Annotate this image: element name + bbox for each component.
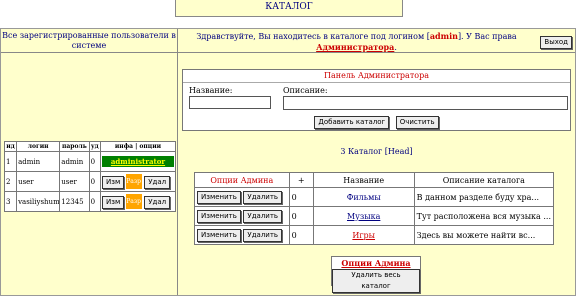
col-id: ид bbox=[3, 141, 18, 152]
catalog-row-options: Изменить Удалить bbox=[194, 187, 290, 207]
catalog-title: 3 Каталог [Head] bbox=[340, 147, 413, 156]
col-info-label: инфа bbox=[114, 143, 133, 150]
admin-panel-actions: Добавить каталог Очистить bbox=[183, 116, 570, 129]
name-input[interactable] bbox=[189, 96, 271, 109]
user-login: admin bbox=[16, 151, 61, 172]
edit-user-button[interactable]: Изм bbox=[101, 195, 125, 209]
col-options-label: опции bbox=[139, 143, 162, 150]
greeting: Здравствуйте, Вы находитесь в каталоге п… bbox=[178, 29, 575, 53]
allow-badge[interactable]: Разр bbox=[126, 194, 143, 209]
admin-options-title: Опции Админа bbox=[341, 258, 411, 268]
greeting-text-2: ]. У Вас права bbox=[457, 32, 517, 41]
name-label: Название: bbox=[189, 86, 233, 95]
col-admin-options: Опции Админа bbox=[194, 172, 290, 188]
user-password: admin bbox=[59, 151, 90, 172]
user-row: 1 admin admin 0 administrator bbox=[3, 151, 177, 172]
users-heading: Все зарегистрированные пользователи в си… bbox=[1, 29, 177, 53]
admin-panel-title: Панель Администратора bbox=[183, 70, 570, 83]
user-options: Изм Разр Удал bbox=[99, 171, 177, 192]
user-password: user bbox=[59, 171, 90, 192]
catalog-count: 0 bbox=[288, 225, 314, 245]
users-table: ид логин пароль уд инфа | опции 1 admin … bbox=[3, 141, 177, 212]
user-id: 2 bbox=[3, 171, 18, 192]
user-ud: 0 bbox=[88, 151, 102, 172]
user-row: 3 vasiliyshumov 12345 0 ИзмРазрУдал bbox=[3, 191, 177, 212]
col-count: + bbox=[288, 172, 314, 188]
catalog-name-link[interactable]: Музыка bbox=[312, 206, 415, 226]
users-panel: Все зарегистрированные пользователи в си… bbox=[1, 29, 178, 295]
delete-user-button[interactable]: Удал bbox=[144, 195, 171, 209]
user-row: 2 user user 0 Изм Разр Удал bbox=[3, 171, 177, 192]
col-ud: уд bbox=[88, 141, 102, 152]
edit-catalog-button[interactable]: Изменить bbox=[197, 209, 241, 223]
catalog-panel: Здравствуйте, Вы находитесь в каталоге п… bbox=[178, 29, 575, 295]
description-textarea[interactable] bbox=[283, 96, 568, 110]
catalog-description: Здесь вы можете найти вс... bbox=[413, 225, 555, 245]
greeting-period: . bbox=[394, 43, 397, 52]
user-info: administrator bbox=[99, 151, 177, 172]
delete-catalog-button[interactable]: Удалить bbox=[243, 190, 283, 204]
catalog-name-link[interactable]: Фильмы bbox=[312, 187, 415, 207]
edit-user-button[interactable]: Изм bbox=[101, 175, 125, 189]
catalog-description: Тут расположена вся музыка ... bbox=[413, 206, 555, 226]
users-header-row: ид логин пароль уд инфа | опции bbox=[3, 141, 177, 152]
greeting-text: Здравствуйте, Вы находитесь в каталоге п… bbox=[196, 32, 430, 41]
user-password: 12345 bbox=[59, 191, 90, 212]
catalog-row: Изменить Удалить 0 Игры Здесь вы можете … bbox=[194, 225, 555, 245]
catalog-count: 0 bbox=[288, 206, 314, 226]
greeting-role: Администратора bbox=[316, 42, 395, 52]
edit-catalog-button[interactable]: Изменить bbox=[197, 190, 241, 204]
catalog-row-options: Изменить Удалить bbox=[194, 225, 290, 245]
user-id: 3 bbox=[3, 191, 18, 212]
delete-catalog-button[interactable]: Удалить bbox=[243, 228, 283, 242]
exit-button[interactable]: Выход bbox=[540, 36, 572, 49]
delete-catalog-button[interactable]: Удалить bbox=[243, 209, 283, 223]
admin-panel: Панель Администратора Название: Описание… bbox=[182, 69, 571, 131]
main-frame: Все зарегистрированные пользователи в си… bbox=[0, 28, 576, 296]
admin-role-badge: administrator bbox=[101, 156, 174, 167]
catalog-table: Опции Админа + Название Описание каталог… bbox=[194, 172, 555, 245]
col-login: логин bbox=[16, 141, 61, 152]
catalog-name-link[interactable]: Игры bbox=[312, 225, 415, 245]
catalog-header-row: Опции Админа + Название Описание каталог… bbox=[194, 172, 555, 188]
add-catalog-button[interactable]: Добавить каталог bbox=[314, 116, 390, 129]
clear-button[interactable]: Очистить bbox=[395, 116, 439, 129]
description-label: Описание: bbox=[283, 86, 328, 95]
catalog-row-options: Изменить Удалить bbox=[194, 206, 290, 226]
page-title: КАТАЛОГ bbox=[175, 0, 403, 17]
user-id: 1 bbox=[3, 151, 18, 172]
user-login: vasiliyshumov bbox=[16, 191, 61, 212]
catalog-row: Изменить Удалить 0 Фильмы В данном разде… bbox=[194, 187, 555, 207]
user-login: user bbox=[16, 171, 61, 192]
col-name: Название bbox=[312, 172, 415, 188]
catalog-description: В данном разделе буду хра... bbox=[413, 187, 555, 207]
col-description: Описание каталога bbox=[413, 172, 555, 188]
col-password: пароль bbox=[59, 141, 90, 152]
catalog-count: 0 bbox=[288, 187, 314, 207]
user-ud: 0 bbox=[88, 171, 102, 192]
col-info: инфа | опции bbox=[99, 141, 177, 152]
admin-options-box: Опции Админа Удалить весь каталог bbox=[331, 256, 421, 293]
delete-user-button[interactable]: Удал bbox=[144, 175, 171, 189]
catalog-row: Изменить Удалить 0 Музыка Тут расположен… bbox=[194, 206, 555, 226]
user-options: Изм Разр Удал bbox=[99, 191, 177, 212]
user-ud: 0 bbox=[88, 191, 102, 212]
edit-catalog-button[interactable]: Изменить bbox=[197, 228, 241, 242]
greeting-user: admin bbox=[429, 31, 458, 41]
allow-badge[interactable]: Разр bbox=[126, 174, 143, 189]
delete-all-catalogs-button[interactable]: Удалить весь каталог bbox=[332, 269, 420, 293]
